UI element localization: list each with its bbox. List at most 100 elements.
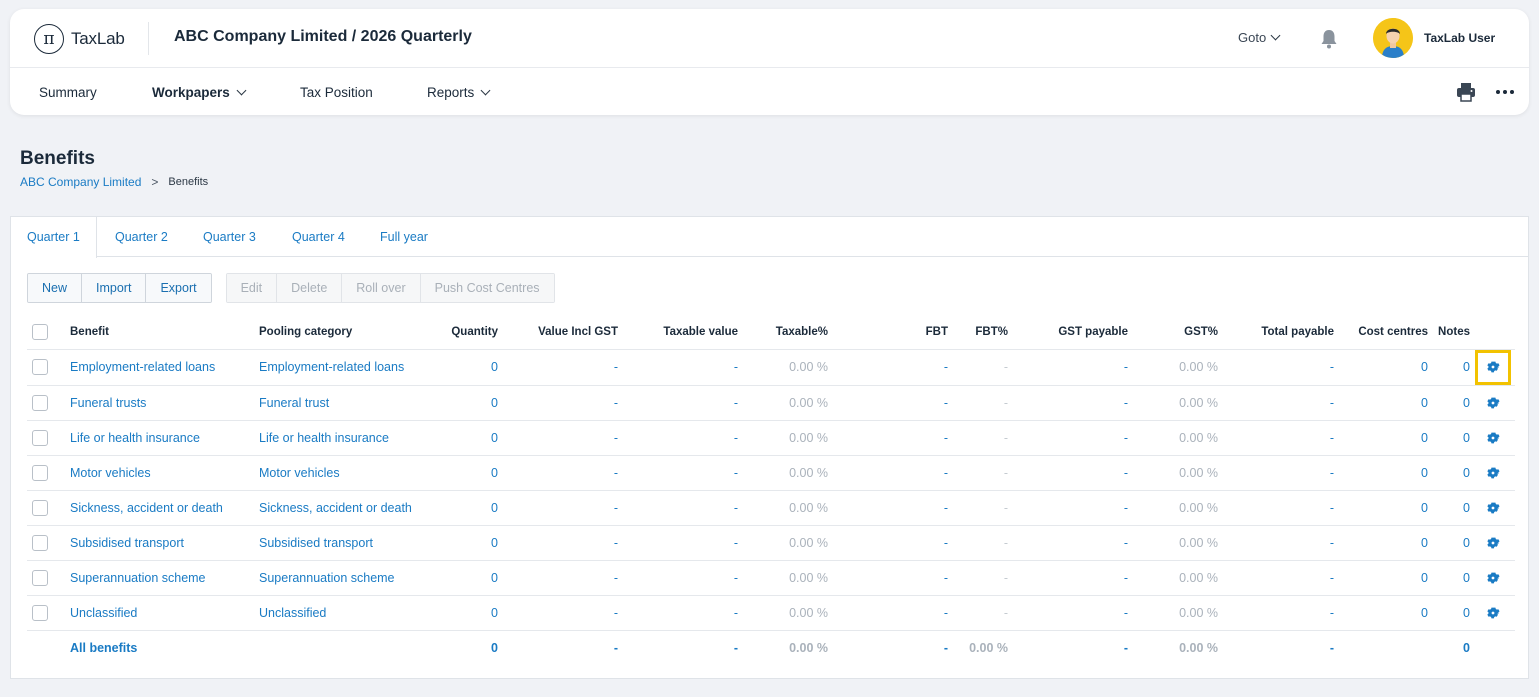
pooling-category-link[interactable]: Motor vehicles — [259, 455, 429, 491]
row-checkbox[interactable] — [32, 604, 48, 621]
col-notes[interactable]: Notes — [1428, 315, 1470, 350]
notes-cell[interactable]: 0 — [1428, 349, 1470, 386]
gst-pct-cell: 0.00 % — [1128, 385, 1218, 421]
benefit-link[interactable]: Life or health insurance — [70, 420, 259, 456]
nav-workpapers[interactable]: Workpapers — [152, 85, 247, 100]
row-checkbox[interactable] — [32, 359, 48, 375]
benefit-link[interactable]: Employment-related loans — [70, 349, 259, 386]
col-cost-centres[interactable]: Cost centres — [1334, 315, 1428, 350]
pooling-category-link[interactable]: Life or health insurance — [259, 420, 429, 456]
table-row[interactable]: Life or health insurance Life or health i… — [27, 420, 1515, 456]
edit-button[interactable]: Edit — [226, 274, 278, 302]
fbt-cell: - — [828, 385, 948, 421]
import-button[interactable]: Import — [82, 274, 147, 302]
benefit-link[interactable]: Subsidised transport — [70, 525, 259, 561]
tab-quarter-2[interactable]: Quarter 2 — [99, 217, 184, 257]
pooling-category-link[interactable]: Unclassified — [259, 595, 429, 631]
cost-centres-cell[interactable]: 0 — [1334, 349, 1428, 386]
table-row[interactable]: Employment-related loans Employment-relat… — [27, 349, 1515, 386]
benefit-link[interactable]: Superannuation scheme — [70, 560, 259, 596]
new-button[interactable]: New — [28, 274, 83, 302]
col-gst-payable[interactable]: GST payable — [1008, 315, 1128, 350]
tab-quarter-4[interactable]: Quarter 4 — [276, 217, 361, 257]
benefit-link[interactable]: Unclassified — [70, 595, 259, 631]
col-taxable-pct[interactable]: Taxable% — [738, 315, 828, 350]
table-row[interactable]: Sickness, accident or death Sickness, acc… — [27, 490, 1515, 526]
table-row[interactable]: Superannuation scheme Superannuation sche… — [27, 560, 1515, 596]
col-pooling-category[interactable]: Pooling category — [259, 315, 429, 350]
row-checkbox[interactable] — [32, 429, 48, 446]
roll-over-button[interactable]: Roll over — [342, 274, 421, 302]
taxlab-logo[interactable]: π TaxLab — [34, 24, 125, 54]
col-taxable-value[interactable]: Taxable value — [618, 315, 738, 350]
col-benefit[interactable]: Benefit — [70, 315, 259, 350]
export-button[interactable]: Export — [146, 274, 211, 302]
col-value-incl-gst[interactable]: Value Incl GST — [498, 315, 618, 350]
select-all-checkbox[interactable] — [32, 323, 48, 340]
row-settings-button[interactable] — [1486, 430, 1500, 444]
tab-quarter-3[interactable]: Quarter 3 — [187, 217, 272, 257]
col-fbt-pct[interactable]: FBT% — [948, 315, 1008, 350]
cost-centres-cell[interactable]: 0 — [1334, 525, 1428, 561]
notes-cell[interactable]: 0 — [1428, 385, 1470, 421]
row-settings-button[interactable] — [1486, 500, 1500, 514]
nav-reports[interactable]: Reports — [427, 85, 491, 100]
row-settings-button[interactable] — [1474, 349, 1511, 385]
tab-full-year[interactable]: Full year — [364, 217, 444, 257]
user-name[interactable]: TaxLab User — [1424, 31, 1495, 45]
more-horizontal-icon[interactable] — [1496, 90, 1514, 94]
cost-centres-cell[interactable]: 0 — [1334, 385, 1428, 421]
pooling-category-link[interactable]: Superannuation scheme — [259, 560, 429, 596]
notes-cell[interactable]: 0 — [1428, 490, 1470, 526]
row-settings-button[interactable] — [1486, 535, 1500, 549]
notes-cell[interactable]: 0 — [1428, 455, 1470, 491]
row-checkbox[interactable] — [32, 499, 48, 516]
row-settings-button[interactable] — [1486, 605, 1500, 619]
col-total-payable[interactable]: Total payable — [1218, 315, 1334, 350]
notes-cell[interactable]: 0 — [1428, 560, 1470, 596]
cost-centres-cell[interactable]: 0 — [1334, 490, 1428, 526]
printer-icon[interactable] — [1456, 82, 1476, 102]
pooling-category-link[interactable]: Sickness, accident or death — [259, 490, 429, 526]
col-fbt[interactable]: FBT — [828, 315, 948, 350]
pooling-category-link[interactable]: Subsidised transport — [259, 525, 429, 561]
bell-icon[interactable] — [1319, 28, 1339, 50]
logo-pi-icon: π — [34, 24, 64, 54]
pooling-category-link[interactable]: Funeral trust — [259, 385, 429, 421]
delete-button[interactable]: Delete — [277, 274, 343, 302]
pooling-category-link[interactable]: Employment-related loans — [259, 349, 429, 386]
notes-cell[interactable]: 0 — [1428, 420, 1470, 456]
total-taxable-pct: 0.00 % — [789, 641, 828, 656]
table-row[interactable]: Funeral trusts Funeral trust 0- -0.00 % - - -0… — [27, 385, 1515, 421]
breadcrumb-parent-link[interactable]: ABC Company Limited — [20, 175, 141, 189]
notes-cell[interactable]: 0 — [1428, 595, 1470, 631]
row-checkbox[interactable] — [32, 394, 48, 411]
push-cost-centres-button[interactable]: Push Cost Centres — [420, 274, 554, 302]
cost-centres-cell[interactable]: 0 — [1334, 420, 1428, 456]
col-gst-pct[interactable]: GST% — [1128, 315, 1218, 350]
table-row[interactable]: Unclassified Unclassified 0- -0.00 % - - -0.00… — [27, 595, 1515, 631]
total-gst-payable: - — [1123, 641, 1128, 656]
benefit-link[interactable]: Sickness, accident or death — [70, 490, 259, 526]
tab-quarter-1[interactable]: Quarter 1 — [11, 217, 97, 258]
row-settings-button[interactable] — [1486, 570, 1500, 584]
cost-centres-cell[interactable]: 0 — [1334, 455, 1428, 491]
row-settings-button[interactable] — [1486, 395, 1500, 409]
cost-centres-cell[interactable]: 0 — [1334, 595, 1428, 631]
table-row[interactable]: Subsidised transport Subsidised transport… — [27, 525, 1515, 561]
row-settings-button[interactable] — [1486, 465, 1500, 479]
goto-dropdown[interactable]: Goto — [1238, 30, 1281, 45]
row-checkbox[interactable] — [32, 569, 48, 586]
gst-pct-cell: 0.00 % — [1128, 349, 1218, 386]
row-checkbox[interactable] — [32, 464, 48, 481]
benefit-link[interactable]: Funeral trusts — [70, 385, 259, 421]
benefit-link[interactable]: Motor vehicles — [70, 455, 259, 491]
col-quantity[interactable]: Quantity — [429, 315, 498, 350]
cost-centres-cell[interactable]: 0 — [1334, 560, 1428, 596]
row-checkbox[interactable] — [32, 534, 48, 551]
nav-tax-position[interactable]: Tax Position — [300, 85, 373, 100]
user-avatar[interactable] — [1373, 18, 1413, 58]
table-row[interactable]: Motor vehicles Motor vehicles 0- -0.00 % - - -… — [27, 455, 1515, 491]
notes-cell[interactable]: 0 — [1428, 525, 1470, 561]
nav-summary[interactable]: Summary — [39, 85, 97, 100]
